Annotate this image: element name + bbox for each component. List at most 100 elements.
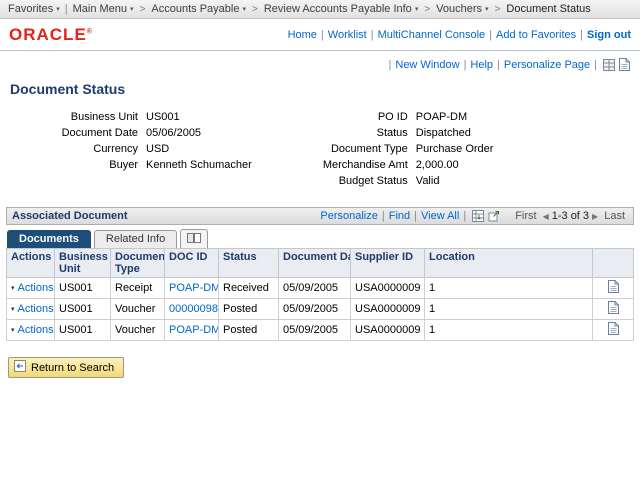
next-page-icon[interactable]: ▶ — [592, 212, 598, 221]
doc-id-link[interactable]: POAP-DM — [169, 282, 219, 294]
popout-icon[interactable] — [488, 210, 500, 222]
table-header-row: Actions Business Unit Document Type DOC … — [7, 249, 634, 278]
field-row: Budget Status Valid — [304, 175, 494, 188]
business-unit-cell: US001 — [55, 320, 111, 341]
page-title: Document Status — [10, 81, 640, 97]
divider: | — [580, 29, 583, 41]
column-header-supplier-id: Supplier ID — [351, 249, 425, 278]
peoplesoft-window: Favorites▾ | Main Menu▾ > Accounts Payab… — [0, 0, 640, 480]
doc-id-link[interactable]: POAP-DM — [169, 324, 219, 336]
tab-documents[interactable]: Documents — [7, 230, 91, 248]
worklist-link[interactable]: Worklist — [328, 29, 367, 41]
breadcrumb-item-main-menu[interactable]: Main Menu▾ — [73, 3, 134, 15]
divider: | — [497, 59, 500, 71]
grid-title: Associated Document — [12, 210, 128, 222]
favorites-menu[interactable]: Favorites▾ — [8, 3, 60, 15]
divider: | — [414, 210, 417, 222]
divider: | — [65, 3, 68, 15]
actions-cell: ▾Actions — [7, 320, 55, 341]
chevron-down-icon: ▾ — [415, 6, 419, 13]
breadcrumb-item-document-status: Document Status — [506, 3, 590, 15]
field-row: Merchandise Amt 2,000.00 — [304, 159, 494, 172]
document-type-cell: Voucher — [111, 320, 165, 341]
personalize-link[interactable]: Personalize — [320, 210, 377, 222]
breadcrumb-item-vouchers[interactable]: Vouchers▾ — [436, 3, 488, 15]
breadcrumb-label: Document Status — [506, 3, 590, 15]
field-row: Currency USD — [28, 143, 252, 156]
field-row: PO ID POAP-DM — [304, 111, 494, 124]
document-icon-cell — [593, 299, 634, 320]
breadcrumb-item-review-ap-info[interactable]: Review Accounts Payable Info▾ — [264, 3, 419, 15]
column-header-actions: Actions — [7, 249, 55, 278]
column-header-document-type: Document Type — [111, 249, 165, 278]
currency-value: USD — [146, 143, 169, 156]
breadcrumb-separator: > — [140, 4, 146, 15]
personalize-page-link[interactable]: Personalize Page — [504, 59, 590, 71]
field-row: Status Dispatched — [304, 127, 494, 140]
row-actions-link[interactable]: Actions — [18, 303, 54, 315]
business-unit-cell: US001 — [55, 278, 111, 299]
find-link[interactable]: Find — [389, 210, 410, 222]
supplier-id-cell: USA0000009 — [351, 299, 425, 320]
add-to-favorites-link[interactable]: Add to Favorites — [496, 29, 576, 41]
field-row: Business Unit US001 — [28, 111, 252, 124]
document-icon[interactable] — [608, 326, 619, 338]
multichannel-console-link[interactable]: MultiChannel Console — [378, 29, 486, 41]
home-link[interactable]: Home — [288, 29, 317, 41]
budget-status-label: Budget Status — [304, 175, 416, 188]
grid-toolbar: Personalize | Find | View All | First ◀ … — [320, 210, 628, 222]
breadcrumb-separator: > — [495, 4, 501, 15]
document-summary: Business Unit US001 Document Date 05/06/… — [28, 111, 640, 191]
new-window-link[interactable]: New Window — [395, 59, 459, 71]
breadcrumb-item-accounts-payable[interactable]: Accounts Payable▾ — [151, 3, 246, 15]
actions-cell: ▾Actions — [7, 299, 55, 320]
favorites-label: Favorites — [8, 3, 53, 15]
show-all-columns-tab[interactable] — [180, 229, 208, 248]
return-to-search-label: Return to Search — [31, 362, 114, 374]
summary-left-column: Business Unit US001 Document Date 05/06/… — [28, 111, 252, 191]
divider: | — [463, 210, 466, 222]
associated-document-section: Associated Document Personalize | Find |… — [6, 207, 634, 341]
document-icon[interactable] — [608, 305, 619, 317]
breadcrumb: Favorites▾ | Main Menu▾ > Accounts Payab… — [0, 0, 640, 19]
actions-cell: ▾Actions — [7, 278, 55, 299]
view-all-link[interactable]: View All — [421, 210, 459, 222]
first-link[interactable]: First — [515, 210, 536, 222]
document-date-cell: 05/09/2005 — [279, 320, 351, 341]
help-link[interactable]: Help — [470, 59, 493, 71]
grid-pagination: First ◀ 1-3 of 3 ▶ Last — [512, 210, 628, 222]
column-header-document-date: Document Date — [279, 249, 351, 278]
business-unit-cell: US001 — [55, 299, 111, 320]
status-cell: Posted — [219, 320, 279, 341]
doc-id-link[interactable]: 00000098 — [169, 303, 218, 315]
supplier-id-cell: USA0000009 — [351, 320, 425, 341]
sign-out-link[interactable]: Sign out — [587, 29, 631, 41]
download-icon[interactable] — [472, 210, 484, 222]
copy-url-icon[interactable] — [619, 58, 630, 71]
field-row: Buyer Kenneth Schumacher — [28, 159, 252, 172]
last-link[interactable]: Last — [604, 210, 625, 222]
table-row: ▾Actions US001 Voucher 00000098 Posted 0… — [7, 299, 634, 320]
tab-related-info[interactable]: Related Info — [94, 230, 177, 248]
column-header-business-unit: Business Unit — [55, 249, 111, 278]
po-id-link[interactable]: POAP-DM — [416, 111, 467, 124]
breadcrumb-separator: > — [424, 4, 430, 15]
chevron-down-icon: ▾ — [56, 6, 60, 13]
document-icon-cell — [593, 278, 634, 299]
field-row: Document Date 05/06/2005 — [28, 127, 252, 140]
document-type-value: Purchase Order — [416, 143, 494, 156]
field-row: Document Type Purchase Order — [304, 143, 494, 156]
return-to-search-button[interactable]: Return to Search — [8, 357, 124, 378]
layout-grid-icon[interactable] — [603, 59, 615, 71]
previous-page-icon[interactable]: ◀ — [543, 212, 549, 221]
row-actions-link[interactable]: Actions — [18, 324, 54, 336]
chevron-down-icon: ▾ — [11, 327, 15, 334]
divider: | — [382, 210, 385, 222]
registered-mark: ® — [87, 28, 93, 35]
document-date-value: 05/06/2005 — [146, 127, 201, 140]
brand-header: ORACLE® Home | Worklist | MultiChannel C… — [0, 19, 640, 51]
document-icon[interactable] — [608, 284, 619, 296]
row-actions-link[interactable]: Actions — [18, 282, 54, 294]
oracle-logo-text: ORACLE — [9, 25, 87, 44]
column-header-icon — [593, 249, 634, 278]
